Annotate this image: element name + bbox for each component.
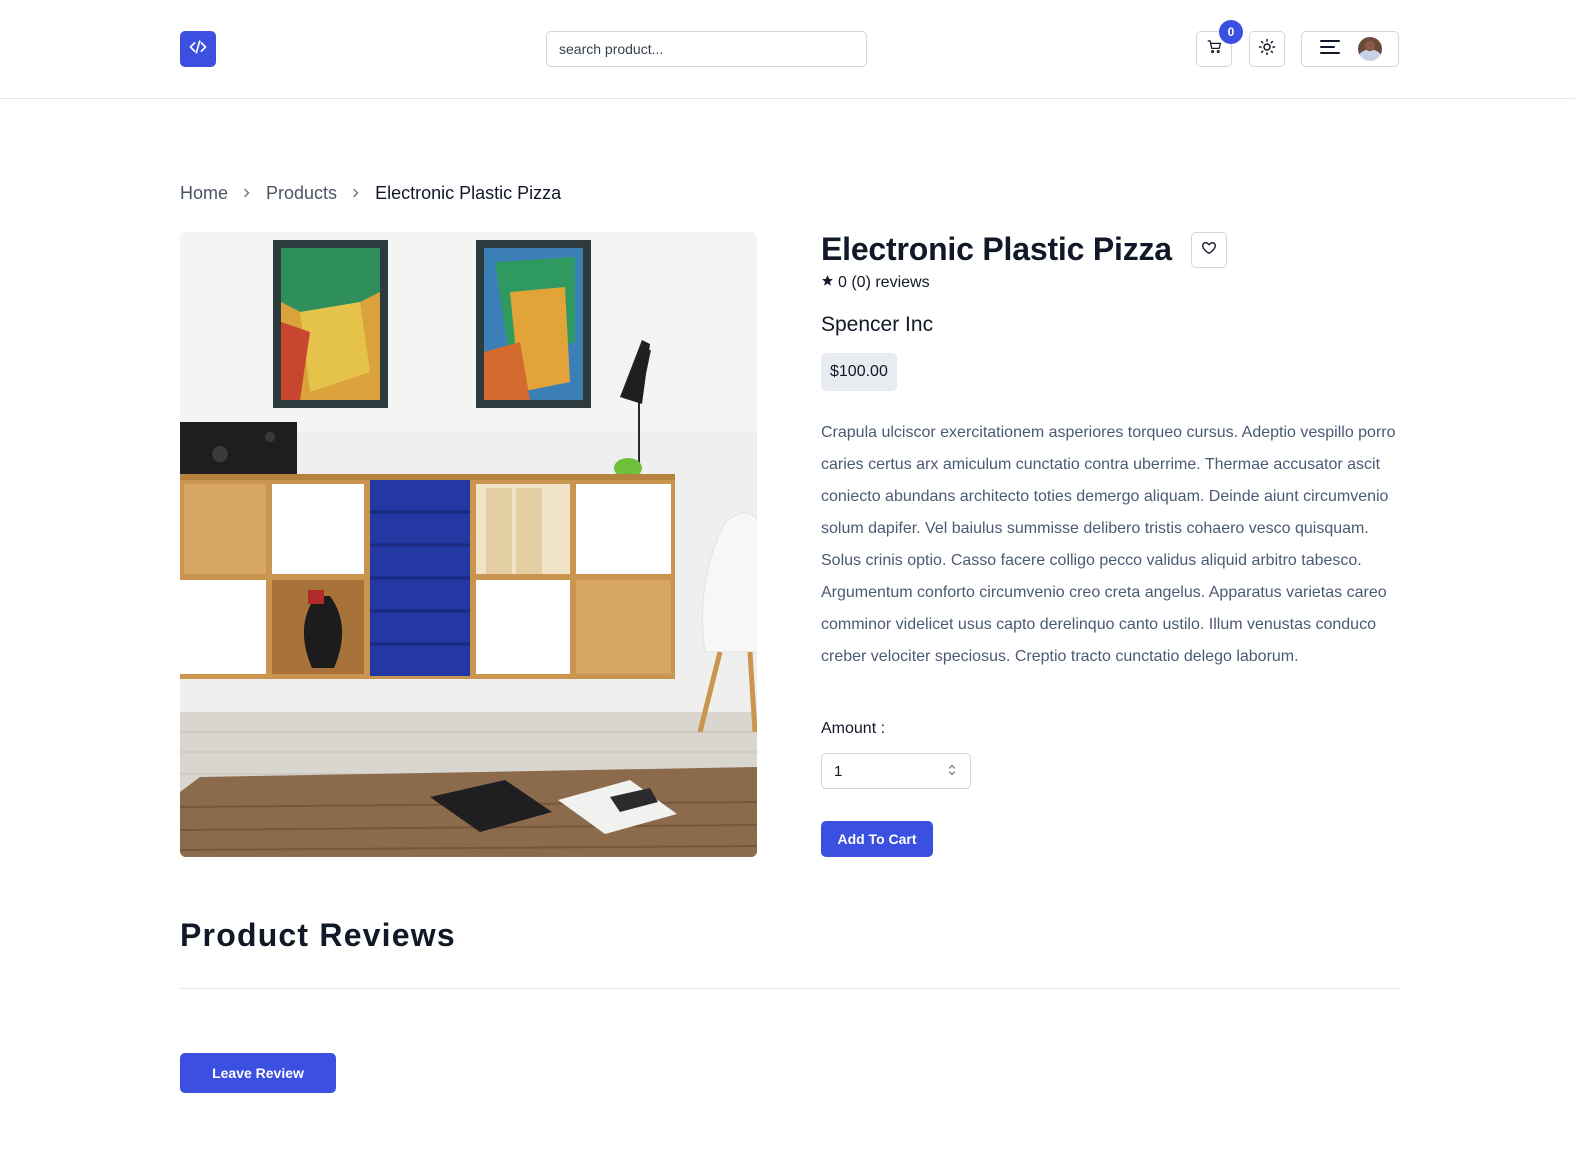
theme-toggle-button[interactable] xyxy=(1249,31,1285,67)
product-brand: Spencer Inc xyxy=(821,313,934,336)
product-description: Crapula ulciscor exercitationem asperior… xyxy=(821,424,1396,665)
hamburger-icon xyxy=(1320,39,1340,60)
breadcrumb-products-link[interactable]: Products xyxy=(266,183,337,204)
breadcrumb-home-link[interactable]: Home xyxy=(180,183,228,204)
add-to-cart-button[interactable]: Add To Cart xyxy=(821,821,933,857)
product-image xyxy=(180,232,757,857)
chevron-right-icon xyxy=(351,188,361,198)
reviews-heading: Product Reviews xyxy=(180,917,456,953)
logo-button[interactable] xyxy=(180,31,216,67)
cart-count-badge: 0 xyxy=(1219,20,1243,44)
amount-label: Amount : xyxy=(821,720,886,737)
leave-review-button[interactable]: Leave Review xyxy=(180,1053,336,1093)
product-title: Electronic Plastic Pizza xyxy=(821,231,1172,267)
breadcrumb: Home Products Electronic Plastic Pizza xyxy=(180,180,561,206)
search-input[interactable] xyxy=(546,31,867,67)
quantity-value: 1 xyxy=(834,762,843,780)
stepper-arrows-icon[interactable] xyxy=(948,763,956,780)
cart-icon xyxy=(1207,39,1222,59)
quantity-stepper[interactable]: 1 xyxy=(821,753,971,789)
user-menu-button[interactable] xyxy=(1301,31,1399,67)
star-icon xyxy=(821,274,834,292)
breadcrumb-current: Electronic Plastic Pizza xyxy=(375,182,562,203)
code-icon xyxy=(188,37,208,62)
divider xyxy=(180,988,1399,989)
chevron-right-icon xyxy=(242,188,252,198)
heart-icon xyxy=(1201,240,1217,261)
avatar xyxy=(1358,37,1382,61)
product-price: $100.00 xyxy=(821,353,897,391)
wishlist-button[interactable] xyxy=(1191,232,1227,268)
product-rating: 0 (0) reviews xyxy=(821,274,930,292)
rating-text: 0 (0) reviews xyxy=(838,274,930,291)
sun-icon xyxy=(1258,38,1276,61)
site-header: 0 xyxy=(0,0,1575,99)
